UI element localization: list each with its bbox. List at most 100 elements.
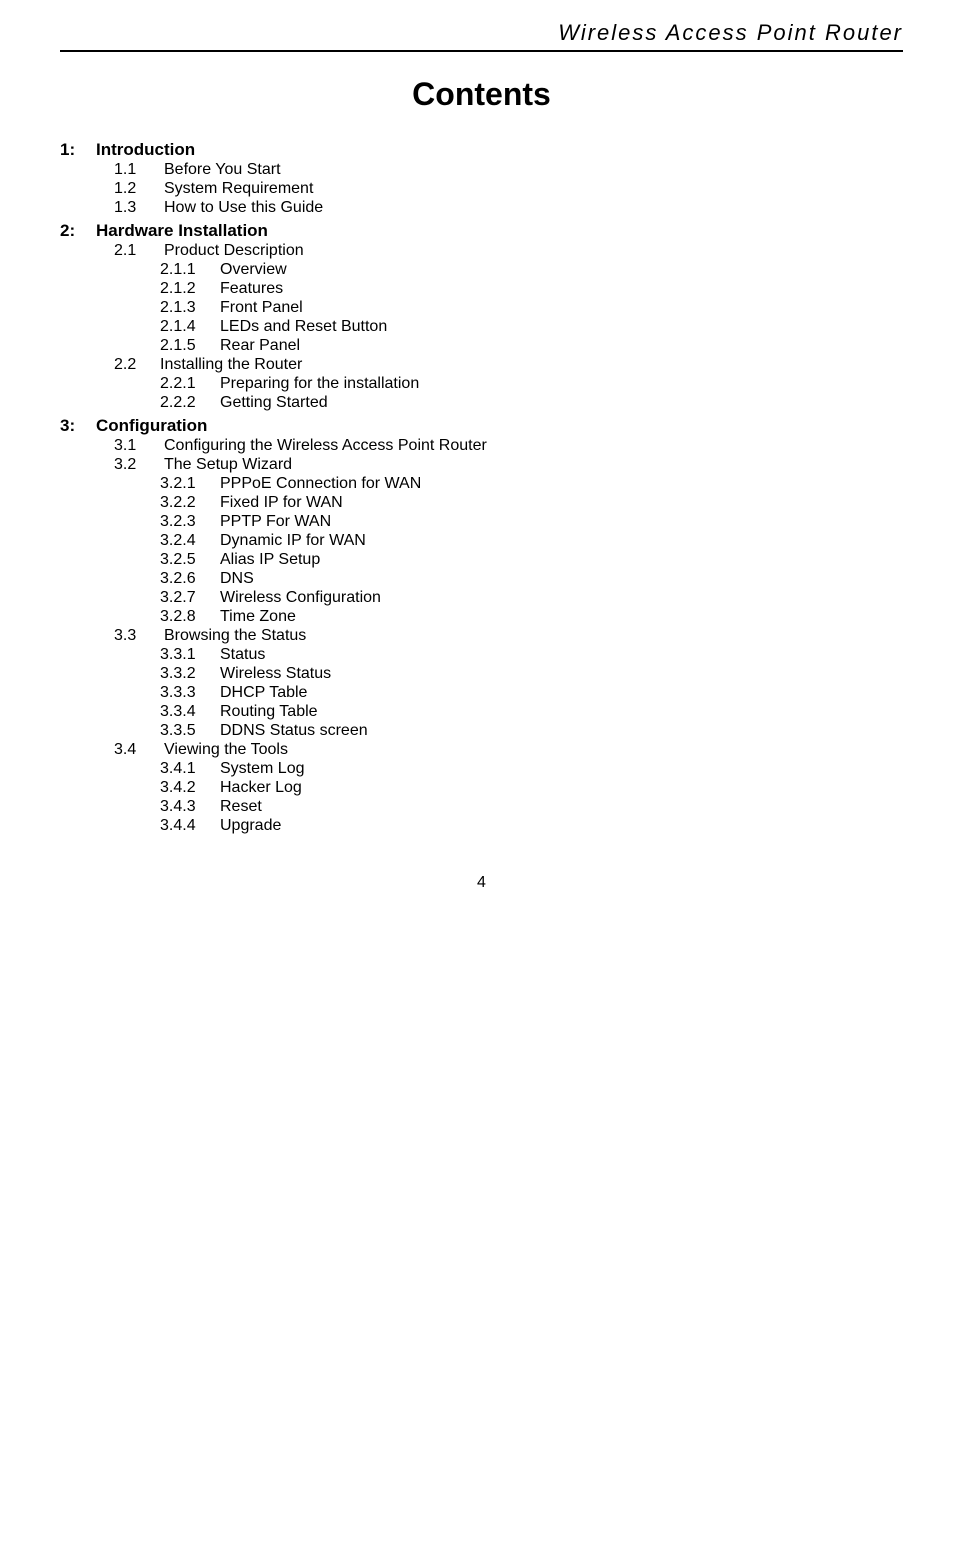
section-2-1-5-num: 2.1.5 [160, 338, 220, 354]
section-3-4-3: 3.4.3 Reset [60, 799, 903, 815]
section-3-4-2-num: 3.4.2 [160, 780, 220, 796]
section-1-2-label: System Requirement [164, 181, 313, 197]
section-3-2-6: 3.2.6 DNS [60, 571, 903, 587]
section-3-2-7: 3.2.7 Wireless Configuration [60, 590, 903, 606]
section-2: 2: Hardware Installation 2.1 Product Des… [60, 222, 903, 411]
section-3-2-6-num: 3.2.6 [160, 571, 220, 587]
page-number: 4 [60, 874, 903, 892]
section-2-1-2: 2.1.2 Features [60, 281, 903, 297]
section-3-1-label: Configuring the Wireless Access Point Ro… [164, 438, 487, 454]
section-3-4-4-label: Upgrade [220, 818, 281, 834]
section-2-2-1-num: 2.2.1 [160, 376, 220, 392]
page-container: Wireless Access Point Router Contents 1:… [0, 0, 963, 1546]
section-3-3-5-num: 3.3.5 [160, 723, 220, 739]
section-2-1-4: 2.1.4 LEDs and Reset Button [60, 319, 903, 335]
section-2-1-3: 2.1.3 Front Panel [60, 300, 903, 316]
section-1-1-num: 1.1 [114, 162, 164, 178]
section-3-4-num: 3.4 [114, 742, 164, 758]
section-3-3-5: 3.3.5 DDNS Status screen [60, 723, 903, 739]
section-3-3-1-label: Status [220, 647, 265, 663]
section-3-3-1-num: 3.3.1 [160, 647, 220, 663]
section-3-2: 3.2 The Setup Wizard [60, 457, 903, 473]
section-3-2-5-label: Alias IP Setup [220, 552, 320, 568]
section-3-3-3-label: DHCP Table [220, 685, 307, 701]
section-2-1-5: 2.1.5 Rear Panel [60, 338, 903, 354]
section-3-header: 3: Configuration [60, 417, 903, 434]
section-2-header: 2: Hardware Installation [60, 222, 903, 239]
section-3-3-2-label: Wireless Status [220, 666, 331, 682]
section-3-3: 3.3 Browsing the Status [60, 628, 903, 644]
section-1-1: 1.1 Before You Start [60, 162, 903, 178]
section-3-3-num: 3.3 [114, 628, 164, 644]
section-3-4-3-num: 3.4.3 [160, 799, 220, 815]
section-3-4-2-label: Hacker Log [220, 780, 302, 796]
section-3-4-1-num: 3.4.1 [160, 761, 220, 777]
section-3-2-1-label: PPPoE Connection for WAN [220, 476, 421, 492]
section-3-2-1: 3.2.1 PPPoE Connection for WAN [60, 476, 903, 492]
section-3-4: 3.4 Viewing the Tools [60, 742, 903, 758]
section-3-2-num: 3.2 [114, 457, 164, 473]
section-2-1-4-num: 2.1.4 [160, 319, 220, 335]
section-1-label: Introduction [96, 141, 195, 158]
section-2-1-num: 2.1 [114, 243, 164, 259]
section-3-1: 3.1 Configuring the Wireless Access Poin… [60, 438, 903, 454]
section-2-2-2: 2.2.2 Getting Started [60, 395, 903, 411]
section-3-4-4-num: 3.4.4 [160, 818, 220, 834]
section-1-header: 1: Introduction [60, 141, 903, 158]
section-2-1-4-label: LEDs and Reset Button [220, 319, 387, 335]
section-2-2-1-label: Preparing for the installation [220, 376, 419, 392]
section-3-3-4: 3.3.4 Routing Table [60, 704, 903, 720]
section-3-2-7-num: 3.2.7 [160, 590, 220, 606]
section-1-1-label: Before You Start [164, 162, 281, 178]
section-2-1-2-num: 2.1.2 [160, 281, 220, 297]
section-1-2: 1.2 System Requirement [60, 181, 903, 197]
section-3-2-3: 3.2.3 PPTP For WAN [60, 514, 903, 530]
section-3-4-3-label: Reset [220, 799, 262, 815]
section-2-1-label: Product Description [164, 243, 304, 259]
section-3-2-5: 3.2.5 Alias IP Setup [60, 552, 903, 568]
section-3-3-2: 3.3.2 Wireless Status [60, 666, 903, 682]
section-2-1-3-num: 2.1.3 [160, 300, 220, 316]
section-2-1-1-label: Overview [220, 262, 287, 278]
section-1: 1: Introduction 1.1 Before You Start 1.2… [60, 141, 903, 216]
section-2-1-5-label: Rear Panel [220, 338, 300, 354]
section-3-1-num: 3.1 [114, 438, 164, 454]
section-2-num: 2: [60, 222, 96, 239]
section-3-4-1-label: System Log [220, 761, 304, 777]
section-1-3: 1.3 How to Use this Guide [60, 200, 903, 216]
section-1-2-num: 1.2 [114, 181, 164, 197]
section-3-2-1-num: 3.2.1 [160, 476, 220, 492]
section-3-2-8-num: 3.2.8 [160, 609, 220, 625]
section-3: 3: Configuration 3.1 Configuring the Wir… [60, 417, 903, 834]
section-3-4-4: 3.4.4 Upgrade [60, 818, 903, 834]
section-2-2-num: 2.2 [114, 357, 160, 373]
section-2-2-2-num: 2.2.2 [160, 395, 220, 411]
section-2-2-2-label: Getting Started [220, 395, 328, 411]
section-3-3-1: 3.3.1 Status [60, 647, 903, 663]
section-3-2-label: The Setup Wizard [164, 457, 292, 473]
section-3-2-4: 3.2.4 Dynamic IP for WAN [60, 533, 903, 549]
section-2-2-1: 2.2.1 Preparing for the installation [60, 376, 903, 392]
section-2-1-2-label: Features [220, 281, 283, 297]
section-3-2-4-label: Dynamic IP for WAN [220, 533, 366, 549]
section-3-3-3: 3.3.3 DHCP Table [60, 685, 903, 701]
section-2-label: Hardware Installation [96, 222, 268, 239]
section-3-2-3-label: PPTP For WAN [220, 514, 331, 530]
section-3-3-5-label: DDNS Status screen [220, 723, 368, 739]
section-3-3-label: Browsing the Status [164, 628, 306, 644]
section-1-3-label: How to Use this Guide [164, 200, 323, 216]
section-3-2-2-label: Fixed IP for WAN [220, 495, 343, 511]
section-3-2-8-label: Time Zone [220, 609, 296, 625]
section-3-2-5-num: 3.2.5 [160, 552, 220, 568]
section-3-4-2: 3.4.2 Hacker Log [60, 780, 903, 796]
section-3-3-4-num: 3.3.4 [160, 704, 220, 720]
section-1-num: 1: [60, 141, 96, 158]
section-3-2-4-num: 3.2.4 [160, 533, 220, 549]
header-title: Wireless Access Point Router [60, 20, 903, 52]
section-1-3-num: 1.3 [114, 200, 164, 216]
section-2-1-1: 2.1.1 Overview [60, 262, 903, 278]
section-3-3-4-label: Routing Table [220, 704, 318, 720]
table-of-contents: 1: Introduction 1.1 Before You Start 1.2… [60, 141, 903, 834]
section-2-1-1-num: 2.1.1 [160, 262, 220, 278]
section-3-2-7-label: Wireless Configuration [220, 590, 381, 606]
